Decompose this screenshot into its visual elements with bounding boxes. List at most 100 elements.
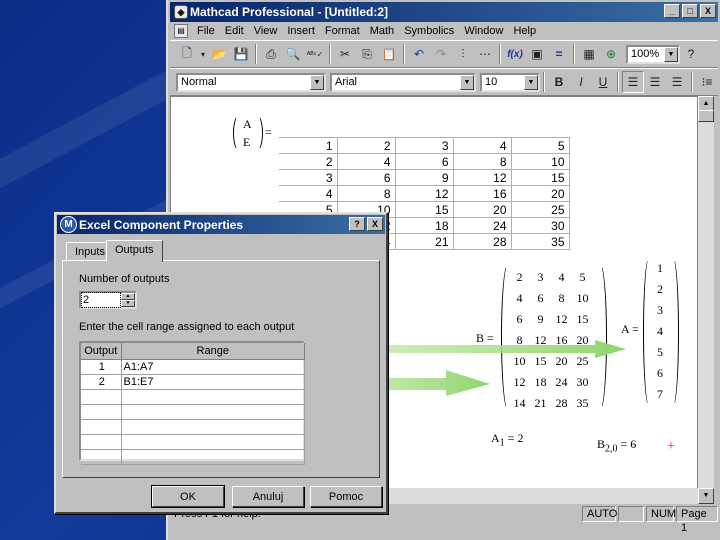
table-cell[interactable]: 4 — [279, 185, 338, 202]
chevron-down-icon[interactable]: ▼ — [460, 74, 474, 90]
number-of-outputs-stepper[interactable]: ▲ ▼ — [79, 291, 137, 309]
spell-check-icon[interactable]: ᴬᴮᶜ✓ — [304, 43, 326, 65]
table-cell[interactable]: 25 — [511, 201, 570, 218]
insert-function-icon[interactable]: f(x) — [504, 43, 526, 65]
open-folder-icon[interactable]: 📂 — [208, 43, 230, 65]
save-icon[interactable]: 💾 — [230, 43, 252, 65]
zoom-select[interactable]: 100% ▼ — [626, 44, 680, 64]
table-cell[interactable]: 1 — [279, 137, 338, 154]
table-cell[interactable]: 8 — [453, 153, 512, 170]
table-cell[interactable]: 12 — [395, 185, 454, 202]
bullet-list-icon[interactable]: ⁝≡ — [696, 71, 718, 93]
resources-icon[interactable]: ▦ — [578, 43, 600, 65]
mathcad-app-icon[interactable]: ◈ — [174, 5, 188, 19]
menu-math[interactable]: Math — [365, 25, 399, 37]
align-center-icon[interactable]: ☰ — [644, 71, 666, 93]
table-cell[interactable]: 4 — [453, 137, 512, 154]
calculate-icon[interactable]: = — [548, 43, 570, 65]
align-horizontal-icon[interactable]: ⋯ — [474, 43, 496, 65]
range-cell[interactable] — [121, 389, 305, 405]
ok-button[interactable]: OK — [151, 485, 225, 508]
menu-symbolics[interactable]: Symbolics — [399, 25, 459, 37]
number-of-outputs-input[interactable] — [81, 292, 121, 308]
range-row[interactable]: 1 A1:A7 — [81, 359, 305, 375]
range-cell[interactable] — [121, 449, 305, 465]
table-cell[interactable]: 5 — [511, 137, 570, 154]
print-preview-icon[interactable]: 🔍 — [282, 43, 304, 65]
tab-outputs[interactable]: Outputs — [106, 240, 163, 262]
cancel-button[interactable]: Anuluj — [232, 486, 304, 507]
style-select[interactable]: Normal ▼ — [176, 72, 326, 92]
dialog-close-button[interactable]: X — [367, 217, 383, 231]
table-cell[interactable]: 2 — [337, 137, 396, 154]
range-row-empty[interactable] — [81, 404, 305, 420]
paste-icon[interactable]: 📋 — [378, 43, 400, 65]
bold-button[interactable]: B — [548, 71, 570, 93]
undo-icon[interactable]: ↶ — [408, 43, 430, 65]
range-cell[interactable]: A1:A7 — [121, 359, 305, 375]
font-size-select[interactable]: 10 ▼ — [480, 72, 540, 92]
table-cell[interactable]: 16 — [453, 185, 512, 202]
close-button[interactable]: X — [700, 4, 716, 18]
range-row[interactable]: 2 B1:E7 — [81, 374, 305, 390]
table-cell[interactable]: 6 — [337, 169, 396, 186]
redo-icon[interactable]: ↷ — [430, 43, 452, 65]
spin-up-icon[interactable]: ▲ — [121, 293, 135, 300]
table-cell[interactable]: 24 — [453, 217, 512, 234]
menu-file[interactable]: File — [192, 25, 220, 37]
table-cell[interactable]: 3 — [279, 169, 338, 186]
menu-format[interactable]: Format — [320, 25, 365, 37]
underline-button[interactable]: U — [592, 71, 614, 93]
menu-help[interactable]: Help — [508, 25, 541, 37]
dropdown-arrow-icon[interactable]: ▾ — [198, 43, 208, 65]
table-cell[interactable]: 10 — [511, 153, 570, 170]
menu-window[interactable]: Window — [459, 25, 508, 37]
range-row-empty[interactable] — [81, 434, 305, 450]
align-right-icon[interactable]: ☰ — [666, 71, 688, 93]
range-cell[interactable] — [121, 419, 305, 435]
window-titlebar[interactable]: ◈ Mathcad Professional - [Untitled:2] _ … — [170, 2, 718, 22]
chevron-down-icon[interactable]: ▼ — [524, 74, 538, 90]
table-cell[interactable]: 8 — [337, 185, 396, 202]
table-cell[interactable]: 20 — [511, 185, 570, 202]
table-cell[interactable]: 3 — [395, 137, 454, 154]
dialog-titlebar[interactable]: M Excel Component Properties ? X — [57, 215, 385, 234]
scroll-down-icon[interactable]: ▼ — [698, 488, 714, 504]
copy-icon[interactable]: ⎘ — [356, 43, 378, 65]
range-row-empty[interactable] — [81, 419, 305, 435]
range-cell[interactable]: B1:E7 — [121, 374, 305, 390]
scroll-thumb[interactable] — [698, 110, 714, 122]
table-cell[interactable]: 35 — [511, 233, 570, 250]
document-menu-icon[interactable]: ▤ — [174, 24, 188, 38]
table-cell[interactable]: 6 — [395, 153, 454, 170]
cut-icon[interactable]: ✂ — [334, 43, 356, 65]
help-button[interactable]: Pomoc — [310, 486, 382, 507]
range-row-empty[interactable] — [81, 389, 305, 405]
table-cell[interactable]: 4 — [337, 153, 396, 170]
spin-down-icon[interactable]: ▼ — [121, 300, 135, 307]
insert-unit-icon[interactable]: ▣ — [526, 43, 548, 65]
table-cell[interactable]: 28 — [453, 233, 512, 250]
vertical-scrollbar[interactable]: ▲ — [698, 96, 714, 504]
range-cell[interactable] — [121, 404, 305, 420]
menu-view[interactable]: View — [249, 25, 283, 37]
table-cell[interactable]: 2 — [279, 153, 338, 170]
italic-button[interactable]: I — [570, 71, 592, 93]
range-cell[interactable] — [121, 434, 305, 450]
minimize-button[interactable]: _ — [664, 4, 680, 18]
align-vertical-icon[interactable]: ⫶ — [452, 43, 474, 65]
print-icon[interactable]: ⎙ — [260, 43, 282, 65]
range-row-empty[interactable] — [81, 449, 305, 465]
chevron-down-icon[interactable]: ▼ — [664, 46, 678, 62]
output-range-grid[interactable]: Output Range 1 A1:A7 2 B1:E7 — [79, 341, 305, 465]
help-icon[interactable]: ? — [680, 43, 702, 65]
dialog-help-button[interactable]: ? — [349, 217, 365, 231]
table-cell[interactable]: 20 — [453, 201, 512, 218]
table-cell[interactable]: 15 — [395, 201, 454, 218]
component-icon[interactable]: ⊕ — [600, 43, 622, 65]
new-document-icon[interactable]: 🗋 — [176, 43, 198, 65]
table-cell[interactable]: 15 — [511, 169, 570, 186]
restore-button[interactable]: □ — [682, 4, 698, 18]
table-cell[interactable]: 18 — [395, 217, 454, 234]
menu-insert[interactable]: Insert — [282, 25, 320, 37]
